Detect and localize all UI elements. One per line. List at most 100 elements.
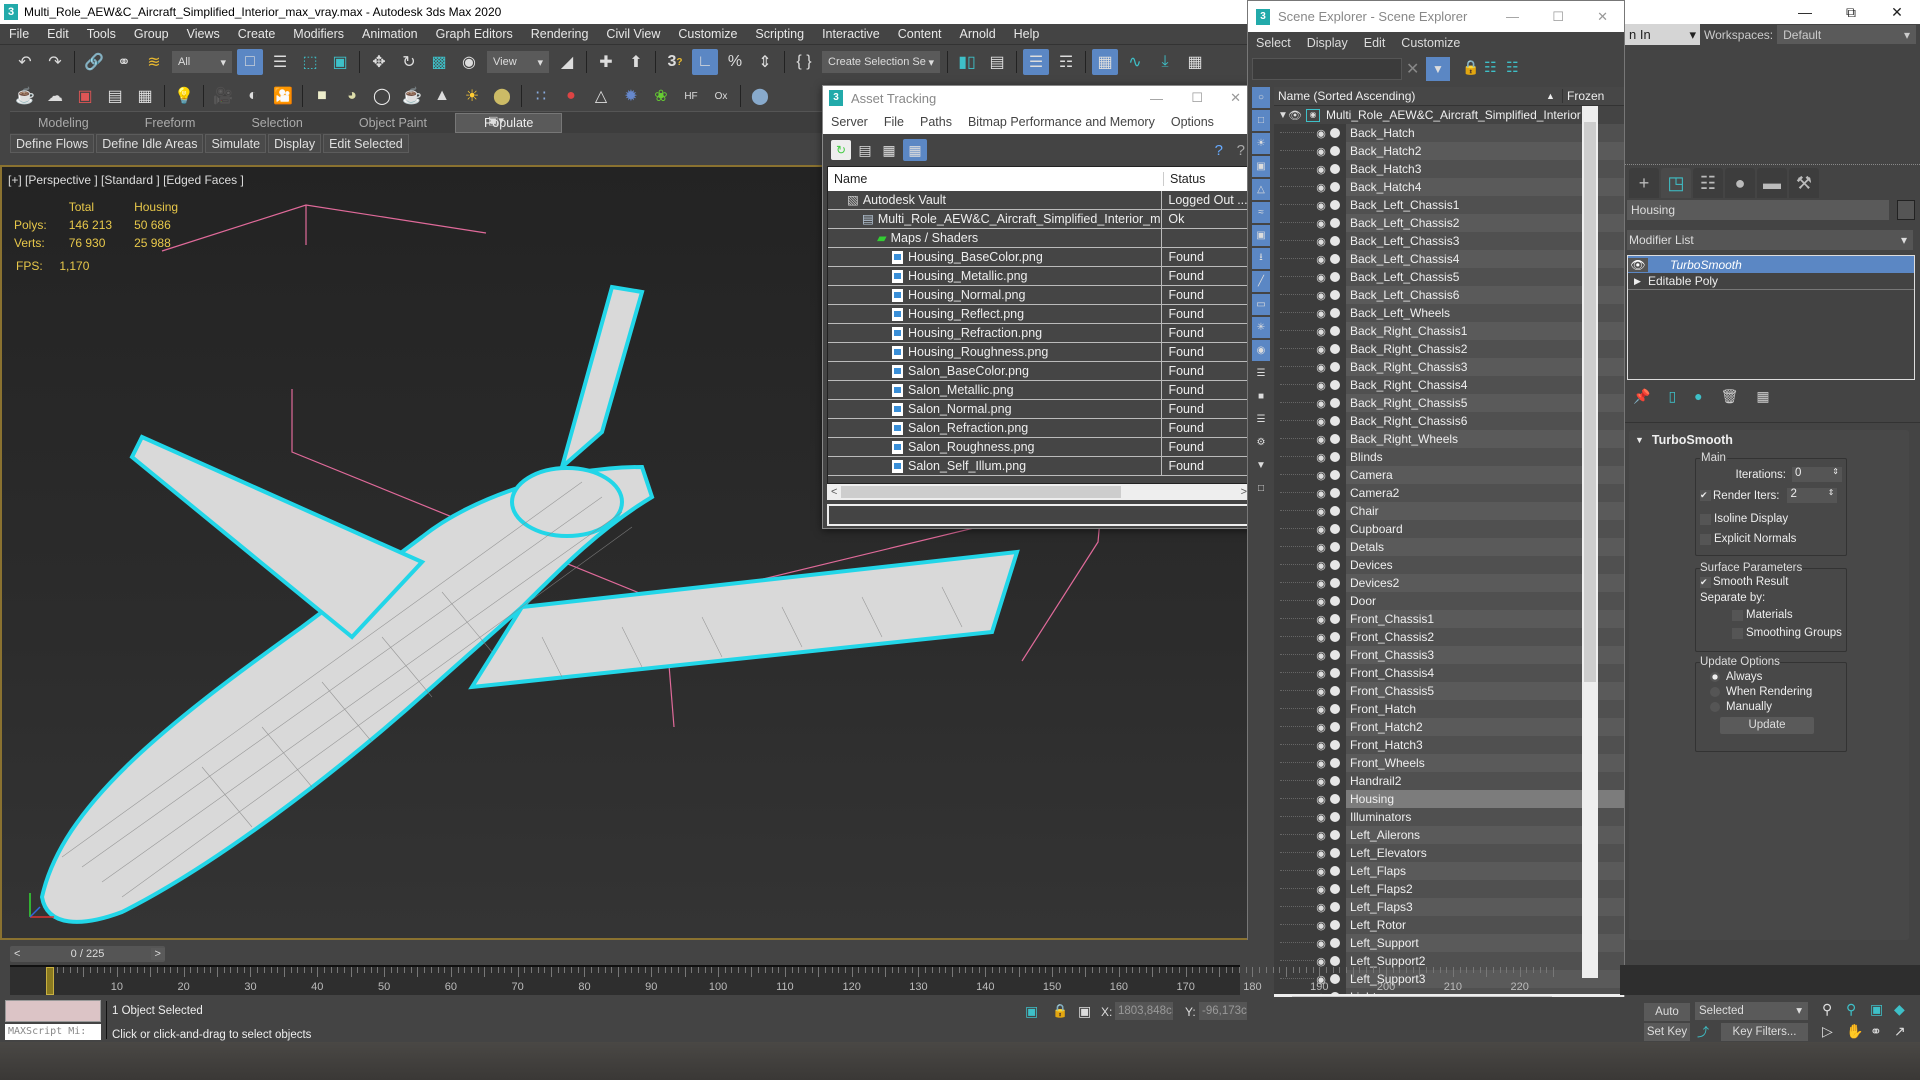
pin-stack-icon[interactable]: 📌: [1633, 388, 1650, 405]
restore-button[interactable]: ⧉: [1828, 0, 1874, 24]
scene-item[interactable]: ◉ Back_Right_Chassis6: [1274, 412, 1624, 430]
column-header-status[interactable]: Status: [1164, 172, 1205, 186]
menu-modifiers[interactable]: Modifiers: [284, 27, 353, 41]
scene-item[interactable]: ◉ Back_Hatch: [1274, 124, 1624, 142]
radio-icon[interactable]: [1710, 687, 1720, 697]
grass-icon[interactable]: ❀: [648, 83, 674, 109]
eye-icon[interactable]: ◉: [1314, 937, 1328, 950]
plane-light-icon[interactable]: ■: [309, 83, 335, 109]
unlink-icon[interactable]: ⚭: [111, 49, 137, 75]
remove-modifier-icon[interactable]: 🗑: [1721, 388, 1739, 405]
eye-icon[interactable]: ◉: [1314, 199, 1328, 212]
toggle-ribbon-icon[interactable]: ▦: [1092, 49, 1118, 75]
x-coordinate-field[interactable]: 1803,848cı: [1115, 1002, 1173, 1020]
rotate-icon[interactable]: ↻: [396, 49, 422, 75]
percent-snap-icon[interactable]: %: [722, 49, 748, 75]
eye-icon[interactable]: ◉: [1314, 847, 1328, 860]
menu-civil-view[interactable]: Civil View: [597, 27, 669, 41]
eye-icon[interactable]: ◉: [1314, 613, 1328, 626]
eye-icon[interactable]: ◉: [1314, 667, 1328, 680]
scene-item[interactable]: ◉ Back_Hatch2: [1274, 142, 1624, 160]
select-object-icon[interactable]: □: [237, 49, 263, 75]
column-header-name[interactable]: Name (Sorted Ascending): [1274, 89, 1546, 103]
maxscript-mini-listener[interactable]: MAXScript Mi:: [5, 1024, 101, 1040]
ribbon-options-icon[interactable]: ▣▾: [488, 114, 510, 130]
eye-icon[interactable]: ◉: [1314, 883, 1328, 896]
cloud-render-icon[interactable]: ☁: [42, 83, 68, 109]
asset-row[interactable]: ▤ Multi_Role_AEW&C_Aircraft_Simplified_In…: [828, 210, 1250, 229]
ribbon-button-define-idle-areas[interactable]: Define Idle Areas: [96, 133, 204, 153]
eye-icon[interactable]: ◉: [1314, 577, 1328, 590]
scene-item[interactable]: ◉ Left_Ailerons: [1274, 826, 1624, 844]
scene-item[interactable]: ◉ Front_Chassis4: [1274, 664, 1624, 682]
eye-icon[interactable]: ◉: [1314, 955, 1328, 968]
angle-snap-icon[interactable]: ∟: [692, 49, 718, 75]
scene-root-row[interactable]: ▼ 👁 ◉ Multi_Role_AEW&C_Aircraft_Simplifi…: [1274, 106, 1624, 124]
scene-item[interactable]: ◉ Devices2: [1274, 574, 1624, 592]
radio-icon[interactable]: [1710, 702, 1720, 712]
pivot-icon[interactable]: ◢: [554, 49, 580, 75]
eye-icon[interactable]: ◉: [1314, 433, 1328, 446]
vray-camera-icon[interactable]: 🎦: [270, 83, 296, 109]
hair-hf-icon[interactable]: HF: [678, 83, 704, 109]
menu-views[interactable]: Views: [178, 27, 229, 41]
snaps-3d-icon[interactable]: 3?: [662, 49, 688, 75]
help-online-icon[interactable]: ?: [1215, 142, 1223, 159]
key-mode-dropdown[interactable]: Selected ▾: [1695, 1002, 1808, 1020]
display-none-icon[interactable]: ■: [1252, 386, 1270, 407]
menu-animation[interactable]: Animation: [353, 27, 427, 41]
utilities-tab-icon[interactable]: ⚒: [1789, 168, 1819, 198]
create-tab-icon[interactable]: +: [1629, 168, 1659, 198]
scene-item[interactable]: ◉ Back_Left_Chassis5: [1274, 268, 1624, 286]
eye-icon[interactable]: ◉: [1314, 487, 1328, 500]
filter-options-icon[interactable]: ⚙: [1252, 432, 1270, 453]
expand-arrow-icon[interactable]: ▼: [1274, 110, 1288, 121]
configure-modifier-sets-icon[interactable]: ▦: [1756, 388, 1769, 405]
scene-item[interactable]: ◉ Back_Left_Chassis3: [1274, 232, 1624, 250]
eye-icon[interactable]: ◉: [1314, 127, 1328, 140]
scene-menu-display[interactable]: Display: [1299, 36, 1356, 50]
scene-item[interactable]: ◉ Left_Flaps3: [1274, 898, 1624, 916]
smoothing-groups-checkbox[interactable]: [1732, 627, 1743, 639]
render-iters-checkbox[interactable]: ✔: [1700, 490, 1711, 501]
ribbon-tab-selection[interactable]: Selection: [223, 116, 330, 130]
eye-icon[interactable]: ◉: [1314, 451, 1328, 464]
ambient-light-icon[interactable]: ⬤: [489, 83, 515, 109]
scene-menu-edit[interactable]: Edit: [1356, 36, 1394, 50]
eye-icon[interactable]: ◉: [1314, 343, 1328, 356]
scene-item[interactable]: ◉ Back_Hatch4: [1274, 178, 1624, 196]
smooth-result-checkbox[interactable]: ✔: [1700, 576, 1711, 588]
zoom-icon[interactable]: ⚲: [1822, 1001, 1832, 1018]
radio-icon[interactable]: [1710, 672, 1720, 682]
asset-row[interactable]: Salon_Metallic.png Found: [828, 381, 1250, 400]
eye-icon[interactable]: ◉: [1314, 703, 1328, 716]
eye-icon[interactable]: ◉: [1314, 145, 1328, 158]
asset-row[interactable]: Salon_BaseColor.png Found: [828, 362, 1250, 381]
eye-icon[interactable]: ◉: [1314, 289, 1328, 302]
y-coordinate-field[interactable]: -96,173cı: [1199, 1002, 1247, 1020]
menu-rendering[interactable]: Rendering: [522, 27, 598, 41]
asset-maximize-button[interactable]: ☐: [1191, 90, 1203, 106]
scene-vertical-scrollbar[interactable]: [1582, 106, 1598, 978]
menu-help[interactable]: Help: [1005, 27, 1049, 41]
asset-horizontal-scrollbar[interactable]: < >: [827, 484, 1251, 500]
manipulate-icon[interactable]: ✚: [593, 49, 619, 75]
column-header-name[interactable]: Name: [828, 172, 1164, 186]
field-of-view-icon[interactable]: ▷: [1822, 1023, 1833, 1040]
eye-icon[interactable]: ◉: [1314, 865, 1328, 878]
ribbon-button-define-flows[interactable]: Define Flows: [10, 133, 95, 153]
sign-in-dropdown[interactable]: n In ▾: [1625, 24, 1700, 45]
pan-view-icon[interactable]: ✋: [1846, 1023, 1863, 1040]
display-lights-icon[interactable]: ☀: [1252, 133, 1270, 154]
asset-row[interactable]: Housing_BaseColor.png Found: [828, 248, 1250, 267]
zoom-extents-all-icon[interactable]: ◆: [1894, 1001, 1905, 1018]
select-by-name-icon[interactable]: ☰: [267, 49, 293, 75]
scene-item[interactable]: ◉ Back_Right_Chassis4: [1274, 376, 1624, 394]
hierarchy-tab-icon[interactable]: ☷: [1693, 168, 1723, 198]
asset-row[interactable]: Housing_Normal.png Found: [828, 286, 1250, 305]
asset-row[interactable]: Housing_Reflect.png Found: [828, 305, 1250, 324]
spinner-snap-icon[interactable]: ⇕: [752, 49, 778, 75]
explicit-normals-checkbox[interactable]: [1700, 533, 1711, 545]
menu-scripting[interactable]: Scripting: [746, 27, 813, 41]
eye-icon[interactable]: ◉: [1314, 307, 1328, 320]
